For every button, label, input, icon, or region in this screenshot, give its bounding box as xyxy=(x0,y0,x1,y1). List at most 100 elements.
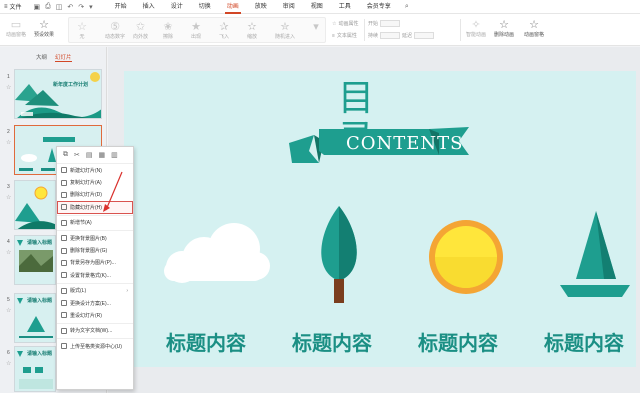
tab-tools[interactable]: 工具 xyxy=(331,0,359,14)
menu-delete-background[interactable]: 删除背景图片(G) xyxy=(57,244,133,256)
star-icon: ☆ xyxy=(6,250,12,256)
slide-thumbnail-4[interactable]: 请输入标题 xyxy=(14,235,56,285)
slide-number: 3 xyxy=(7,184,10,190)
main-slide[interactable]: 目录 CONTENTS 标题内容 标题内容 标题内容 标题内容 xyxy=(124,71,636,367)
menu-convert-document[interactable]: 转为文字文档(W)... xyxy=(57,325,133,337)
context-toolbar: ⧉ ✂ ▤ ▦ ▥ xyxy=(57,147,133,164)
undo-icon[interactable]: ↶ xyxy=(67,3,73,11)
slide-thumbnail-3[interactable] xyxy=(14,180,56,230)
menu-layout[interactable]: 版式(L) › xyxy=(57,285,133,297)
contents-banner-text[interactable]: CONTENTS xyxy=(346,133,464,154)
design-icon xyxy=(61,300,67,307)
star-delete-icon: ☆ xyxy=(499,18,509,31)
slide-thumbnail-5[interactable]: 请输入标题 xyxy=(14,293,56,343)
tab-transition[interactable]: 切换 xyxy=(191,0,219,14)
tab-slides[interactable]: 幻灯片 xyxy=(55,53,72,62)
preview-icon[interactable]: ◫ xyxy=(56,3,63,11)
smart-animation-button[interactable]: ✧ 智能动画 xyxy=(466,17,487,39)
effect-label: 缩放 xyxy=(246,34,257,40)
menu-change-background[interactable]: 更换背景图片(B) xyxy=(57,232,133,244)
file-menu[interactable]: ≡ 文件 xyxy=(0,2,28,12)
tab-view[interactable]: 视图 xyxy=(303,0,331,14)
save-icon[interactable]: ▣ xyxy=(34,3,41,11)
menu-separator xyxy=(57,229,133,231)
preset-effect-label: 预设效果 xyxy=(34,32,55,38)
delay-field[interactable]: 延迟 xyxy=(402,32,435,39)
text-properties[interactable]: ≡ 文本属性 xyxy=(332,32,357,40)
chevron-right-icon: › xyxy=(126,287,128,294)
delete-animation-button[interactable]: ☆ 删除动画 xyxy=(494,17,514,39)
effect-zoom-out[interactable]: ✩ 向外放 xyxy=(133,19,149,41)
star-icon: ✰ xyxy=(219,20,229,33)
start-input[interactable] xyxy=(380,20,401,27)
thumbnail-title: 新年度工作计划 xyxy=(53,82,89,88)
menu-save-background[interactable]: 背景另存为图片(P)... xyxy=(57,257,133,269)
start-label: 开始 xyxy=(368,21,379,27)
search-icon[interactable]: ⌕ xyxy=(399,3,415,11)
layout-icon xyxy=(61,287,67,294)
menu-label: 隐藏幻灯片(H) xyxy=(70,204,102,211)
copy-icon[interactable]: ⧉ xyxy=(63,151,68,159)
menu-reset-slide[interactable]: 重设幻灯片(R) xyxy=(57,309,133,321)
animation-pane-button[interactable]: ▭ 动画窗格 xyxy=(6,17,26,39)
tab-insert[interactable]: 插入 xyxy=(135,0,163,14)
more-icon[interactable]: ▾ xyxy=(89,3,93,11)
image-delete-icon xyxy=(61,247,67,254)
effect-random[interactable]: ✮ 随机进入 xyxy=(275,19,295,41)
animation-window-button[interactable]: ☆ 动画窗格 xyxy=(524,17,545,39)
animation-window-label: 动画窗格 xyxy=(524,32,545,38)
paste-text-icon[interactable]: ▥ xyxy=(111,151,118,159)
thumbnail-title: 请输入标题 xyxy=(27,351,53,357)
effect-appear[interactable]: ★ 出现 xyxy=(189,19,203,41)
menu-label: 更换设计方案(E)... xyxy=(70,300,111,307)
gallery-expand-button[interactable]: ▾ xyxy=(309,19,323,33)
preset-effect-button[interactable]: ☆ 预设效果 xyxy=(34,17,55,39)
star-icon: ✫ xyxy=(247,20,257,33)
slide-thumbnail-1[interactable]: 新年度工作计划 xyxy=(14,69,102,119)
effect-none[interactable]: ☆ 无 xyxy=(75,19,89,41)
menu-upload[interactable]: 上传至格类资源中心(U) xyxy=(57,340,133,352)
heading-4[interactable]: 标题内容 xyxy=(544,327,624,356)
number-icon: ⑤ xyxy=(110,20,120,33)
animation-properties[interactable]: ☆ 动画属性 xyxy=(332,20,359,28)
thumbnail-graphic xyxy=(15,181,55,229)
tab-review[interactable]: 审阅 xyxy=(275,0,303,14)
tab-outline[interactable]: 大纲 xyxy=(36,53,47,62)
paste-special-icon[interactable]: ▦ xyxy=(99,151,106,159)
menu-change-design[interactable]: 更换设计方案(E)... xyxy=(57,297,133,309)
menu-new-section[interactable]: 新增节(A) xyxy=(57,217,133,229)
effect-fly-in[interactable]: ✰ 飞入 xyxy=(217,19,231,41)
properties-icon: ☆ xyxy=(332,20,337,27)
star-icon: ☆ xyxy=(529,18,539,31)
print-icon[interactable]: ⎙ xyxy=(45,3,51,11)
tab-slideshow[interactable]: 放映 xyxy=(247,0,275,14)
delay-label: 延迟 xyxy=(402,33,413,39)
tab-design[interactable]: 设计 xyxy=(163,0,191,14)
tab-start[interactable]: 开始 xyxy=(107,0,135,14)
heading-1[interactable]: 标题内容 xyxy=(166,327,246,356)
duration-label: 持续 xyxy=(368,33,379,39)
effect-scale[interactable]: ✫ 缩放 xyxy=(245,19,259,41)
redo-icon[interactable]: ↷ xyxy=(78,3,84,11)
effect-wipe[interactable]: ✬ 擦除 xyxy=(161,19,175,41)
effect-number[interactable]: ⑤ 动态数字 xyxy=(105,19,125,41)
cut-icon[interactable]: ✂ xyxy=(74,151,80,159)
paste-icon[interactable]: ▤ xyxy=(86,151,93,159)
star-icon: ☆ xyxy=(6,361,12,367)
delay-input[interactable] xyxy=(414,32,435,39)
duration-field[interactable]: 持续 xyxy=(368,32,401,39)
heading-3[interactable]: 标题内容 xyxy=(418,327,498,356)
heading-2[interactable]: 标题内容 xyxy=(292,327,372,356)
effect-label: 飞入 xyxy=(218,34,229,40)
tab-animation[interactable]: 动画 xyxy=(219,0,247,14)
effect-label: 向外放 xyxy=(133,34,149,40)
start-field[interactable]: 开始 xyxy=(368,20,401,27)
star-icon: ✩ xyxy=(135,20,146,33)
menu-label: 背景另存为图片(P)... xyxy=(70,260,116,267)
slide-thumbnail-6[interactable]: 请输入标题 xyxy=(14,346,56,392)
menu-format-background[interactable]: 设置背景格式(K)... xyxy=(57,269,133,281)
smart-icon: ✧ xyxy=(471,18,481,31)
tab-member[interactable]: 会员专享 xyxy=(359,0,399,14)
duration-input[interactable] xyxy=(380,32,401,39)
smart-animation-label: 智能动画 xyxy=(466,32,487,38)
